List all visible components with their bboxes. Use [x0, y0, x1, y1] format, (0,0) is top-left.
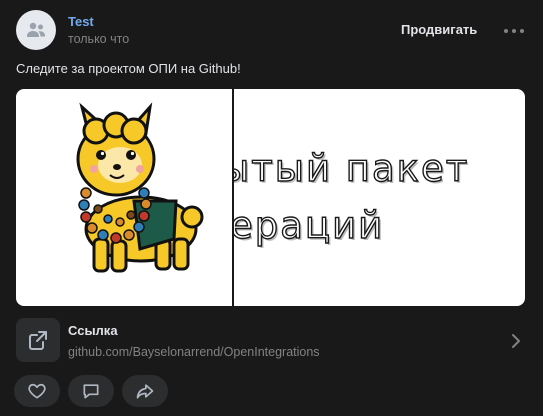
post-time[interactable]: только что — [68, 32, 129, 46]
chevron-right-icon — [512, 334, 520, 348]
more-icon[interactable] — [504, 28, 524, 34]
external-link-icon — [16, 318, 60, 362]
post-author[interactable]: Test — [68, 14, 94, 29]
promote-button[interactable]: Продвигать — [401, 22, 477, 37]
like-button[interactable] — [14, 375, 60, 407]
comment-icon — [83, 384, 99, 399]
post-actions — [14, 375, 168, 407]
gallery-text-line1: ытый пакет — [234, 146, 470, 190]
avatar[interactable] — [16, 10, 56, 50]
users-icon — [27, 22, 45, 37]
share-button[interactable] — [122, 375, 168, 407]
comment-button[interactable] — [68, 375, 114, 407]
heart-icon — [28, 383, 46, 399]
share-icon — [136, 384, 154, 399]
gallery-image-llama[interactable] — [16, 89, 232, 306]
link-attachment[interactable]: Ссылка github.com/Bayselonarrend/OpenInt… — [16, 318, 525, 364]
llama-illustration — [76, 102, 204, 273]
link-url[interactable]: github.com/Bayselonarrend/OpenIntegratio… — [68, 345, 320, 359]
post-text: Следите за проектом ОПИ на Github! — [16, 61, 241, 76]
gallery-image-text[interactable]: ытый пакет ераций — [234, 89, 525, 306]
link-title[interactable]: Ссылка — [68, 323, 118, 338]
post-gallery: ытый пакет ераций — [16, 89, 525, 306]
gallery-text-line2: ераций — [234, 203, 385, 247]
